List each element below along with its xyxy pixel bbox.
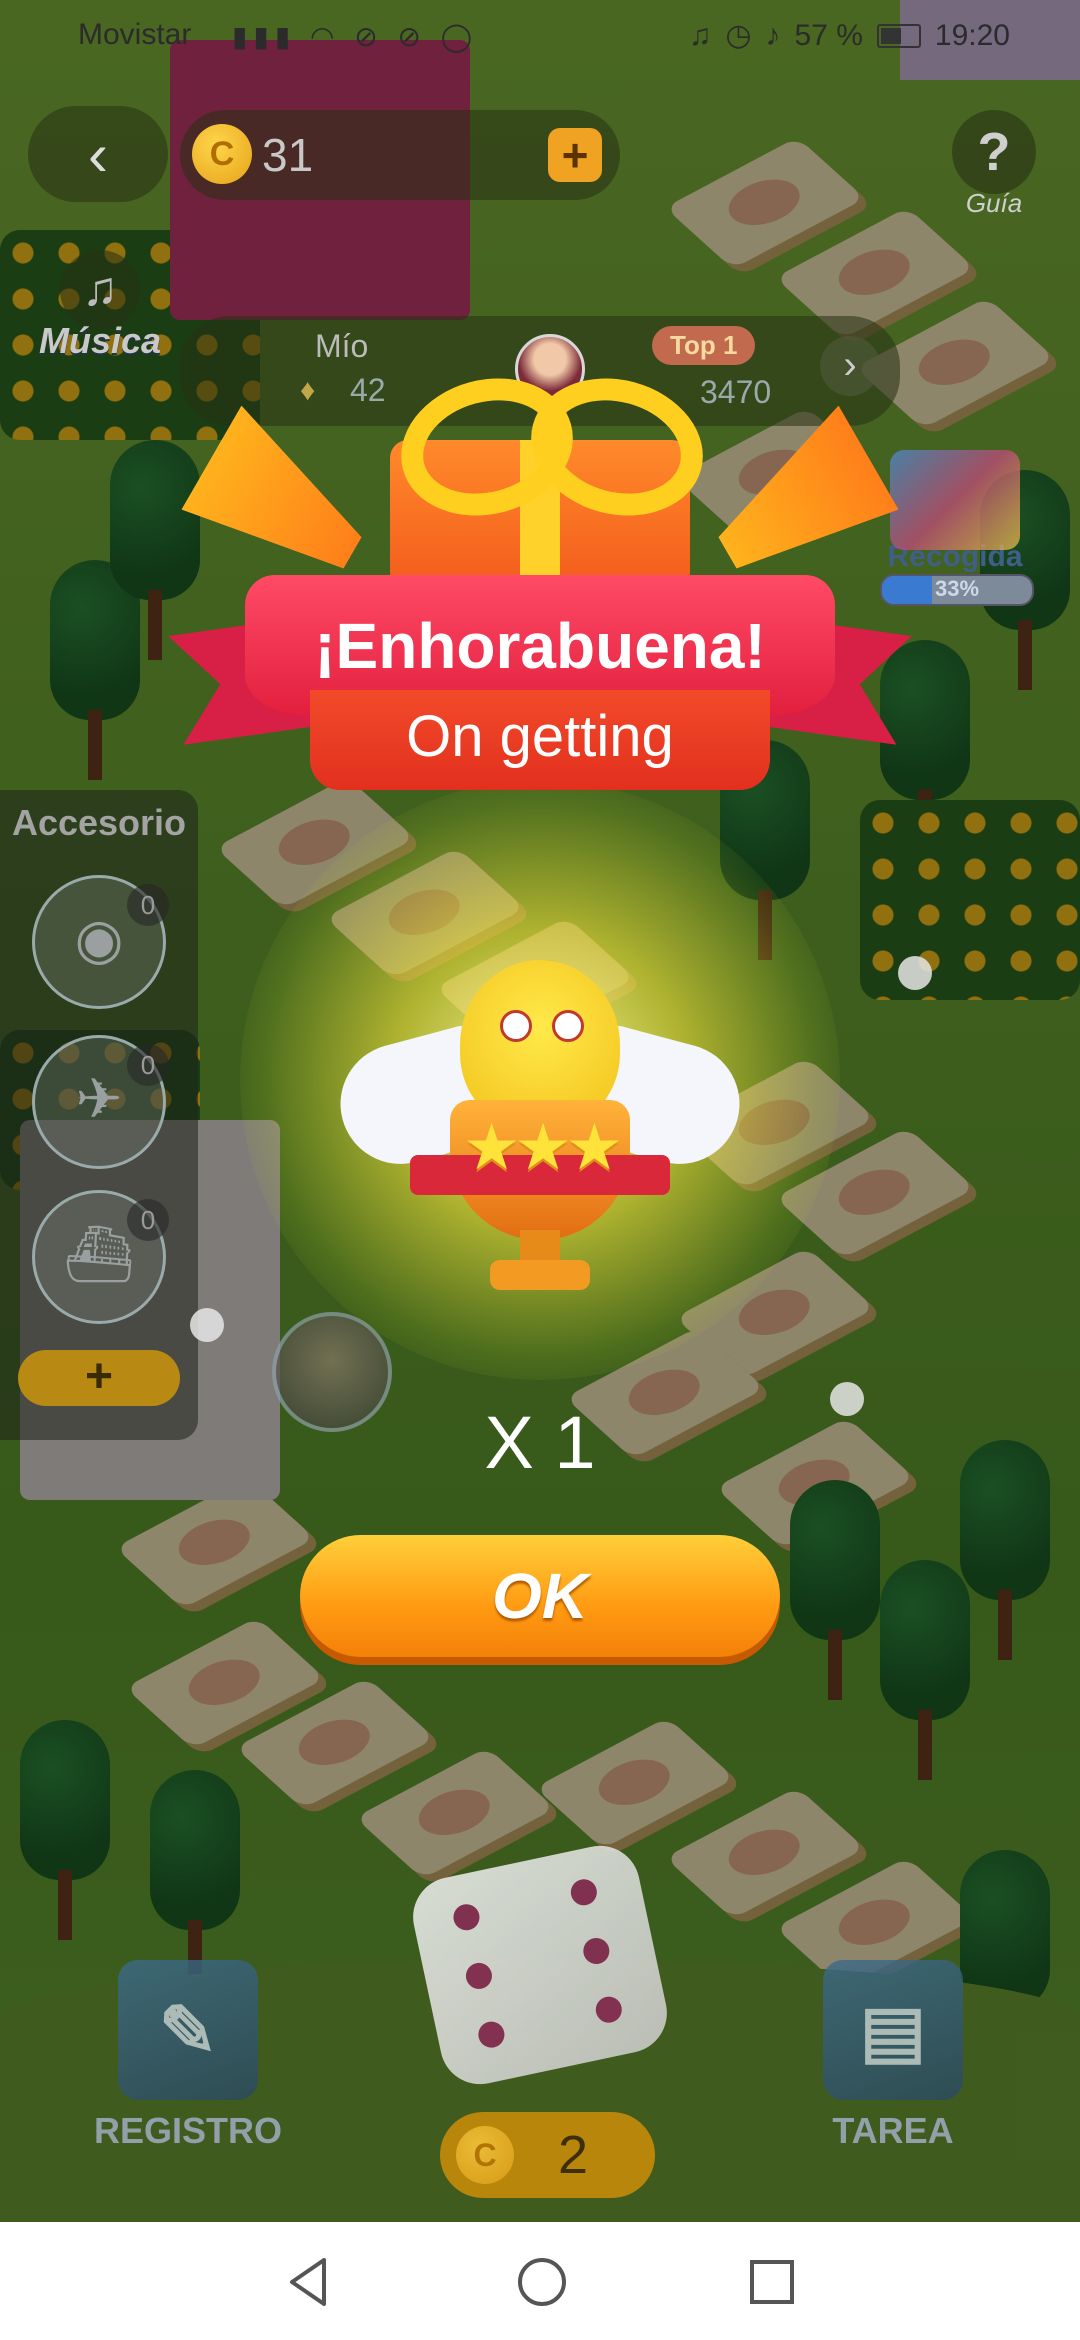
- nav-home-icon[interactable]: [514, 2254, 570, 2310]
- nav-back-icon[interactable]: [280, 2254, 336, 2310]
- reward-modal: ¡Enhorabuena! On getting ★★★ X 1 OK: [0, 0, 1080, 2222]
- ok-button[interactable]: OK: [300, 1535, 780, 1657]
- trophy-bird-icon: ★★★: [327, 960, 753, 1340]
- congrats-banner: ¡Enhorabuena! On getting: [175, 555, 905, 815]
- navigation-bar: [0, 2222, 1080, 2340]
- reward-quantity: X 1: [484, 1401, 596, 1484]
- modal-title: ¡Enhorabuena!: [314, 610, 766, 682]
- nav-recent-icon[interactable]: [744, 2254, 800, 2310]
- modal-subtitle: On getting: [310, 690, 770, 790]
